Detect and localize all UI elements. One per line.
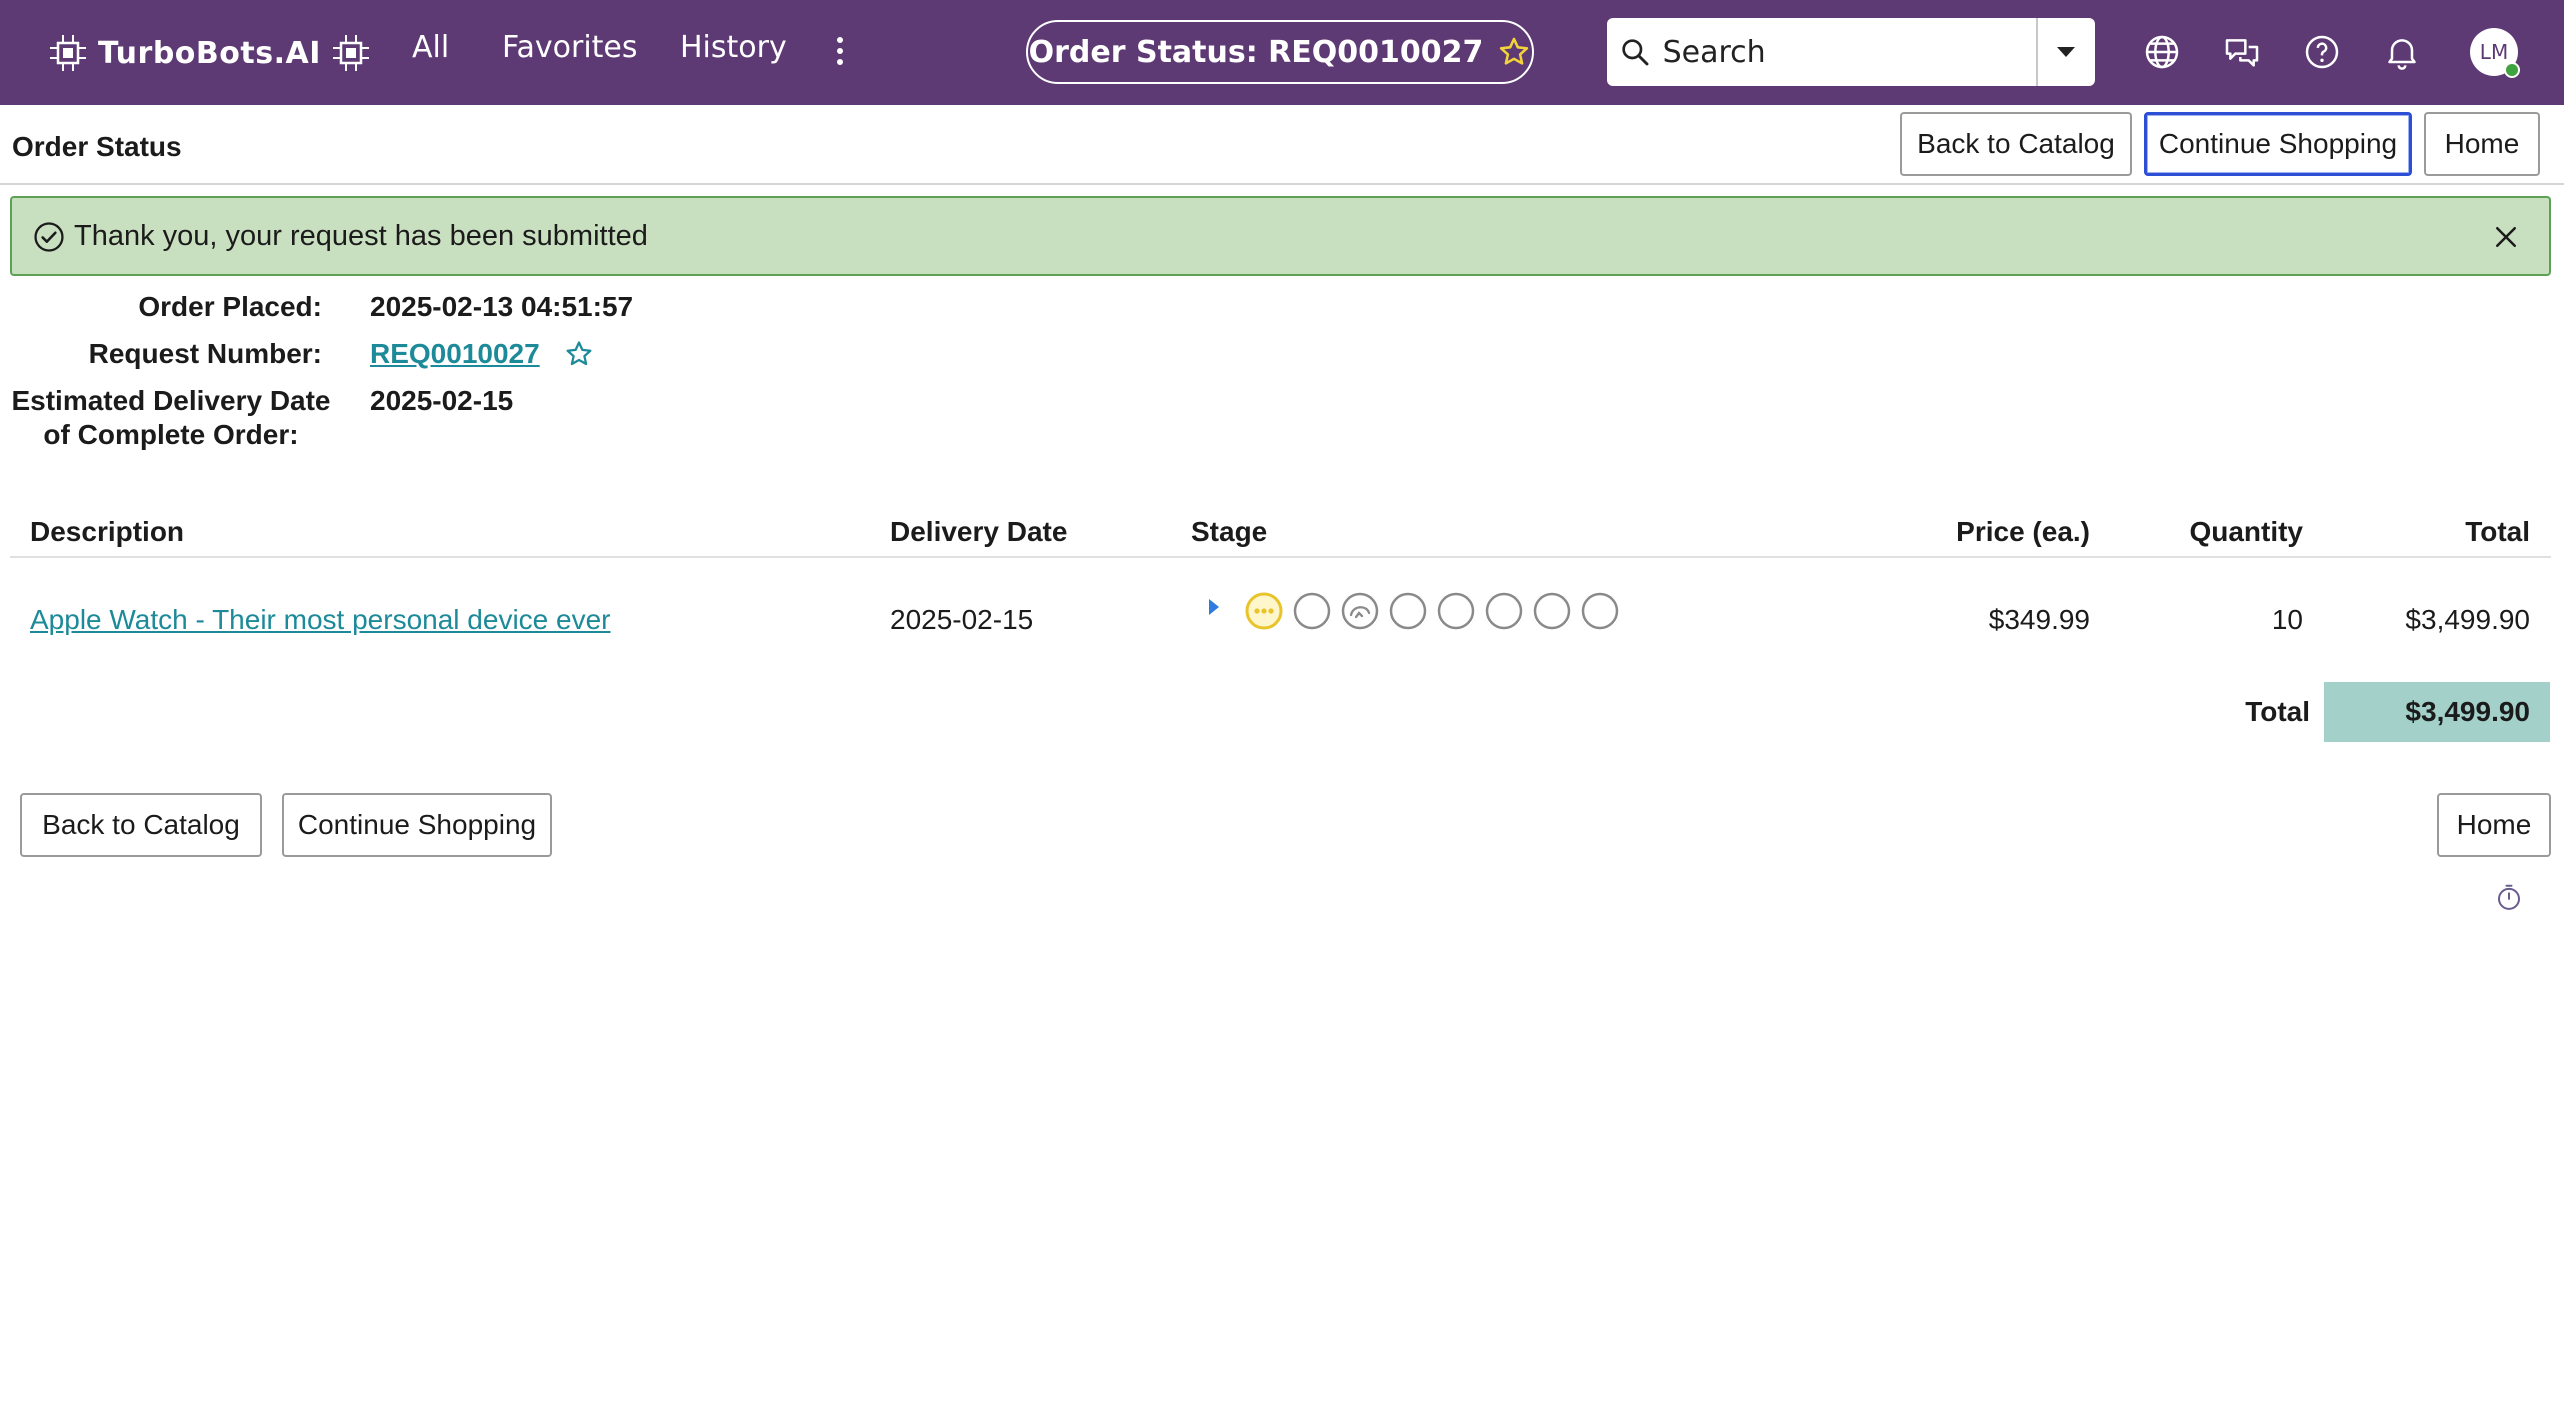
back-to-catalog-button[interactable]: Back to Catalog <box>1900 112 2132 176</box>
stage-empty-icon <box>1437 592 1475 630</box>
stage-empty-icon <box>1485 592 1523 630</box>
page-title: Order Status <box>12 131 182 162</box>
item-description-link[interactable]: Apple Watch - Their most personal device… <box>30 604 610 636</box>
col-description: Description <box>30 516 185 547</box>
item-price: $349.99 <box>1988 604 2090 635</box>
order-placed-value: 2025-02-13 04:51:57 <box>370 291 634 322</box>
stage-approval-icon <box>1341 592 1379 630</box>
home-button[interactable]: Home <box>2424 112 2540 176</box>
grand-total-label: Total <box>2245 696 2310 727</box>
nav-history[interactable]: History <box>680 30 787 65</box>
item-delivery-date: 2025-02-15 <box>890 604 1034 635</box>
request-number-row: REQ0010027 <box>370 337 594 371</box>
chat-icon[interactable] <box>2222 32 2262 72</box>
logo-text: TurboBots.AI <box>98 35 321 71</box>
col-delivery-date: Delivery Date <box>890 516 1068 547</box>
table-header-divider <box>10 556 2551 558</box>
caret-down-icon <box>2057 47 2076 57</box>
col-quantity: Quantity <box>2189 516 2303 547</box>
home-button[interactable]: Home <box>2437 793 2551 857</box>
search-scope-dropdown[interactable] <box>2035 18 2095 86</box>
top-nav: TurboBots.AI All Favorites History Order… <box>0 0 2564 105</box>
logo[interactable]: TurboBots.AI <box>46 28 373 78</box>
expand-caret-icon[interactable] <box>1206 597 1222 617</box>
item-total: $3,499.90 <box>2405 604 2530 635</box>
stage-empty-icon <box>1581 592 1619 630</box>
check-circle-icon <box>34 222 64 252</box>
grand-total-value: $3,499.90 <box>2324 682 2550 742</box>
item-quantity: 10 <box>2271 604 2303 635</box>
close-icon[interactable] <box>2491 222 2521 252</box>
search-input[interactable] <box>1662 18 2036 86</box>
help-icon[interactable] <box>2302 32 2342 72</box>
continue-shopping-button[interactable]: Continue Shopping <box>2144 112 2412 176</box>
stage-pending-icon <box>1245 592 1283 630</box>
nav-favorites[interactable]: Favorites <box>502 30 638 65</box>
page-header: Order Status Back to Catalog Continue Sh… <box>0 105 2564 185</box>
search-icon <box>1607 18 1663 86</box>
delivery-date-label-line2: of Complete Order: <box>43 419 299 450</box>
record-title-pill[interactable]: Order Status: REQ0010027 <box>1026 20 1534 84</box>
col-price: Price (ea.) <box>1956 516 2090 547</box>
bell-icon[interactable] <box>2382 32 2422 72</box>
stage-indicator <box>1206 590 1628 632</box>
more-menu-icon[interactable] <box>830 34 850 70</box>
nav-all[interactable]: All <box>412 30 449 65</box>
globe-icon[interactable] <box>2142 32 2182 72</box>
stage-empty-icon <box>1293 592 1331 630</box>
stage-empty-icon <box>1533 592 1571 630</box>
stage-empty-icon <box>1389 592 1427 630</box>
delivery-date-label: Estimated Delivery Date of Complete Orde… <box>10 384 332 452</box>
col-stage: Stage <box>1191 516 1268 547</box>
stopwatch-icon[interactable] <box>2494 882 2524 912</box>
user-avatar[interactable]: LM <box>2470 28 2520 78</box>
order-placed-label: Order Placed: <box>138 291 322 322</box>
request-number-label: Request Number: <box>88 338 322 369</box>
chip-icon <box>50 35 86 71</box>
star-favorite-icon[interactable] <box>1497 35 1531 69</box>
presence-indicator <box>2504 62 2520 78</box>
success-alert: Thank you, your request has been submitt… <box>10 196 2551 276</box>
star-favorite-icon[interactable] <box>564 339 594 369</box>
col-total: Total <box>2465 516 2530 547</box>
alert-message: Thank you, your request has been submitt… <box>74 220 648 252</box>
back-to-catalog-button[interactable]: Back to Catalog <box>20 793 262 857</box>
request-number-link[interactable]: REQ0010027 <box>370 337 540 371</box>
global-search <box>1607 18 2095 86</box>
delivery-date-value: 2025-02-15 <box>370 385 514 416</box>
avatar-initials: LM <box>2479 40 2509 64</box>
chip-icon <box>332 35 369 71</box>
record-title: Order Status: REQ0010027 <box>1028 34 1484 70</box>
continue-shopping-button[interactable]: Continue Shopping <box>282 793 552 857</box>
delivery-date-label-line1: Estimated Delivery Date <box>11 385 331 416</box>
